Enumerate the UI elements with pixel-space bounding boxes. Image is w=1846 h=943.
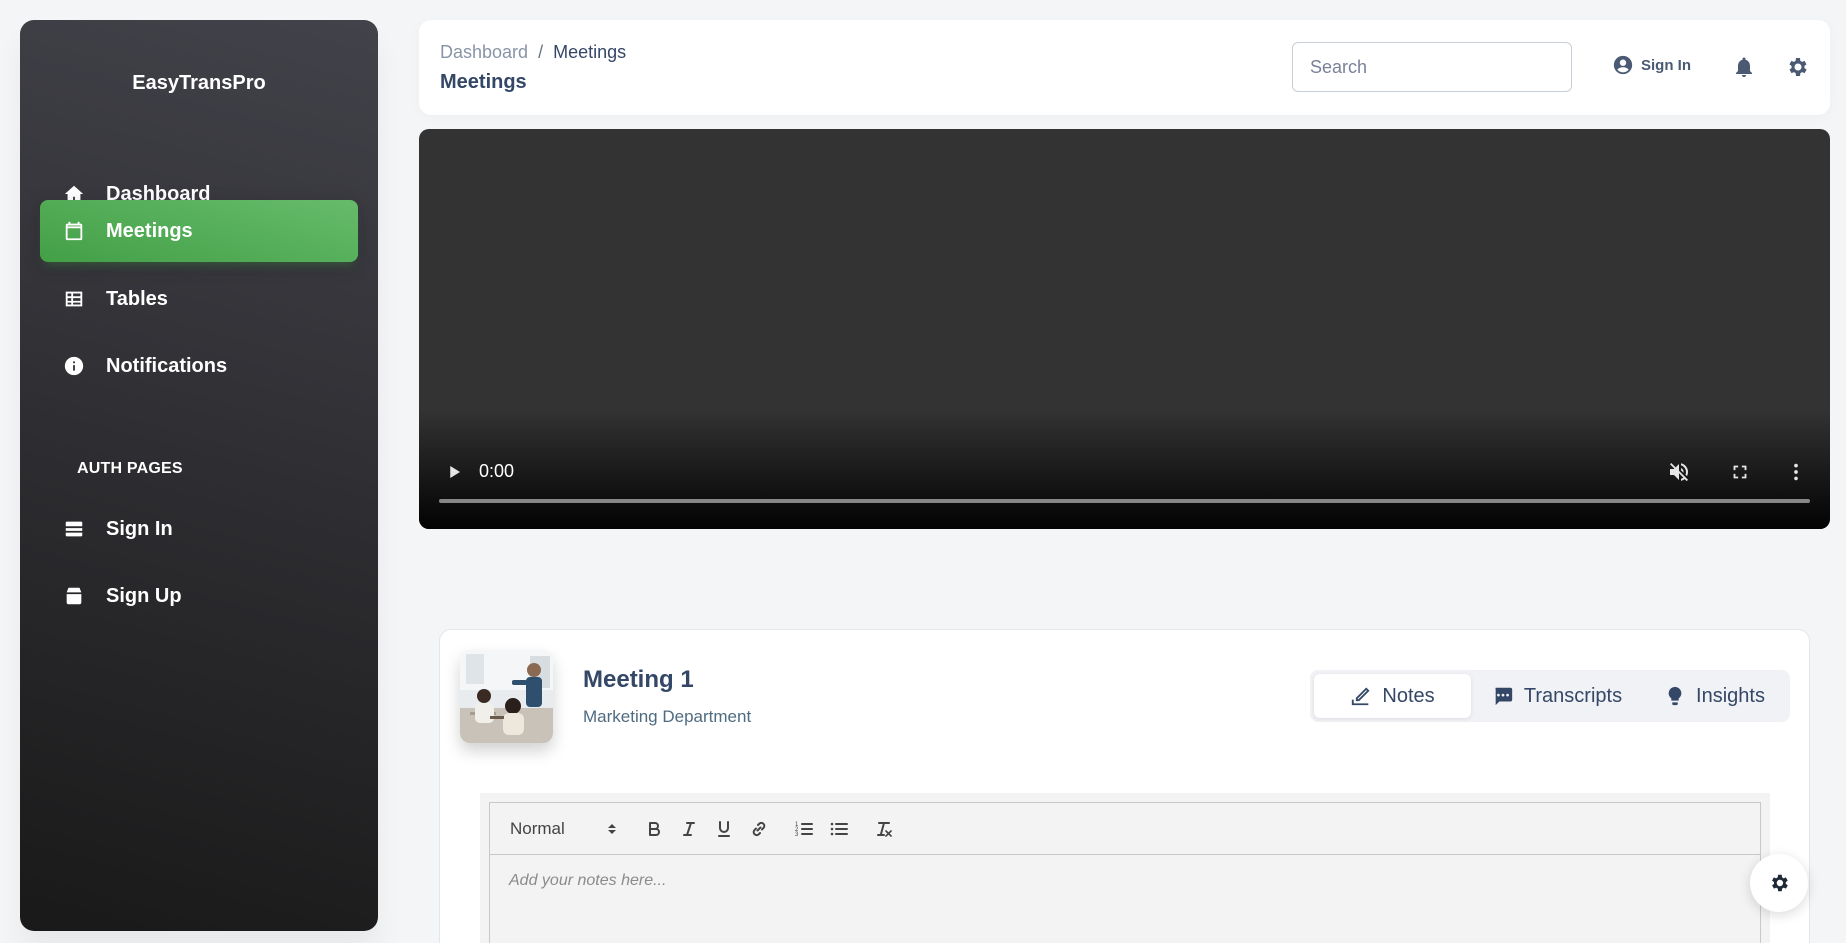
video-player[interactable]: 0:00 <box>419 129 1830 529</box>
link-icon[interactable] <box>741 814 776 844</box>
meeting-title: Meeting 1 <box>583 666 694 693</box>
breadcrumb-current: Meetings <box>553 42 627 62</box>
settings-gear-icon[interactable] <box>1785 55 1809 79</box>
tab-label: Notes <box>1382 684 1435 707</box>
svg-text:3: 3 <box>795 832 799 838</box>
select-arrows-icon <box>608 823 616 834</box>
sidebar-item-label: Meetings <box>106 219 193 242</box>
search-input[interactable] <box>1292 42 1572 92</box>
more-vert-icon[interactable] <box>1781 457 1811 487</box>
bullet-list-icon[interactable] <box>821 814 856 844</box>
bold-icon[interactable] <box>636 814 671 844</box>
mute-icon[interactable] <box>1664 457 1694 487</box>
floating-settings-button[interactable] <box>1750 854 1808 912</box>
play-icon[interactable] <box>441 459 467 485</box>
meeting-avatar-image <box>460 650 553 743</box>
table-icon <box>62 287 86 311</box>
tab-notes[interactable]: Notes <box>1314 674 1471 718</box>
fullscreen-icon[interactable] <box>1725 457 1755 487</box>
sidebar-item-label: Tables <box>106 287 168 310</box>
sidebar-item-meetings[interactable]: Meetings <box>40 200 358 262</box>
sidebar-item-sign-in[interactable]: Sign In <box>40 498 358 560</box>
info-icon <box>62 354 86 378</box>
page-title: Meetings <box>440 71 527 93</box>
calendar-icon <box>62 219 86 243</box>
notes-editor: Normal 123 Add your notes here... <box>480 793 1770 943</box>
breadcrumb: Dashboard / Meetings <box>440 42 626 63</box>
signup-icon <box>62 584 86 608</box>
header-sign-in-link[interactable]: Sign In <box>1612 54 1691 76</box>
header-sign-in-label: Sign In <box>1641 56 1691 74</box>
meeting-department: Marketing Department <box>583 707 752 726</box>
clear-format-icon[interactable] <box>866 814 901 844</box>
video-current-time: 0:00 <box>479 460 515 481</box>
sidebar-item-notifications[interactable]: Notifications <box>40 335 358 397</box>
video-controls-gradient <box>419 409 1830 529</box>
login-icon <box>62 517 86 541</box>
account-circle-icon <box>1613 55 1633 75</box>
notifications-bell-icon[interactable] <box>1732 55 1756 79</box>
tab-insights[interactable]: Insights <box>1643 674 1786 718</box>
breadcrumb-separator: / <box>538 42 544 62</box>
auth-pages-section-title: AUTH PAGES <box>77 460 183 477</box>
sidebar-item-label: Sign Up <box>106 584 182 607</box>
top-navbar: Dashboard / Meetings Meetings Sign In <box>419 20 1830 115</box>
gear-icon <box>1772 874 1788 892</box>
tab-label: Transcripts <box>1523 684 1623 707</box>
underline-icon[interactable] <box>706 814 741 844</box>
video-progress-bar[interactable] <box>439 499 1810 503</box>
format-select[interactable]: Normal <box>510 819 620 839</box>
edit-icon <box>1352 687 1370 706</box>
breadcrumb-dashboard-link[interactable]: Dashboard <box>440 42 528 63</box>
sidebar-item-sign-up[interactable]: Sign Up <box>40 565 358 627</box>
tab-transcripts[interactable]: Transcripts <box>1471 674 1643 718</box>
sidebar-item-tables[interactable]: Tables <box>40 268 358 330</box>
brand-logo-text[interactable]: EasyTransPro <box>20 72 378 95</box>
notes-text-area[interactable]: Add your notes here... <box>489 855 1761 943</box>
lightbulb-icon <box>1668 686 1682 706</box>
sidebar: EasyTransPro Dashboard Meetings Tables N… <box>20 20 378 931</box>
meeting-card: Meeting 1 Marketing Department Notes Tra… <box>439 629 1810 943</box>
sidebar-item-label: Sign In <box>106 517 173 540</box>
format-select-value: Normal <box>510 818 565 838</box>
chat-icon <box>1495 687 1513 706</box>
tab-label: Insights <box>1696 684 1765 707</box>
ordered-list-icon[interactable]: 123 <box>786 814 821 844</box>
editor-toolbar: Normal 123 <box>489 802 1761 855</box>
meeting-tabs: Notes Transcripts Insights <box>1310 670 1790 722</box>
sidebar-item-label: Notifications <box>106 354 228 377</box>
italic-icon[interactable] <box>671 814 706 844</box>
